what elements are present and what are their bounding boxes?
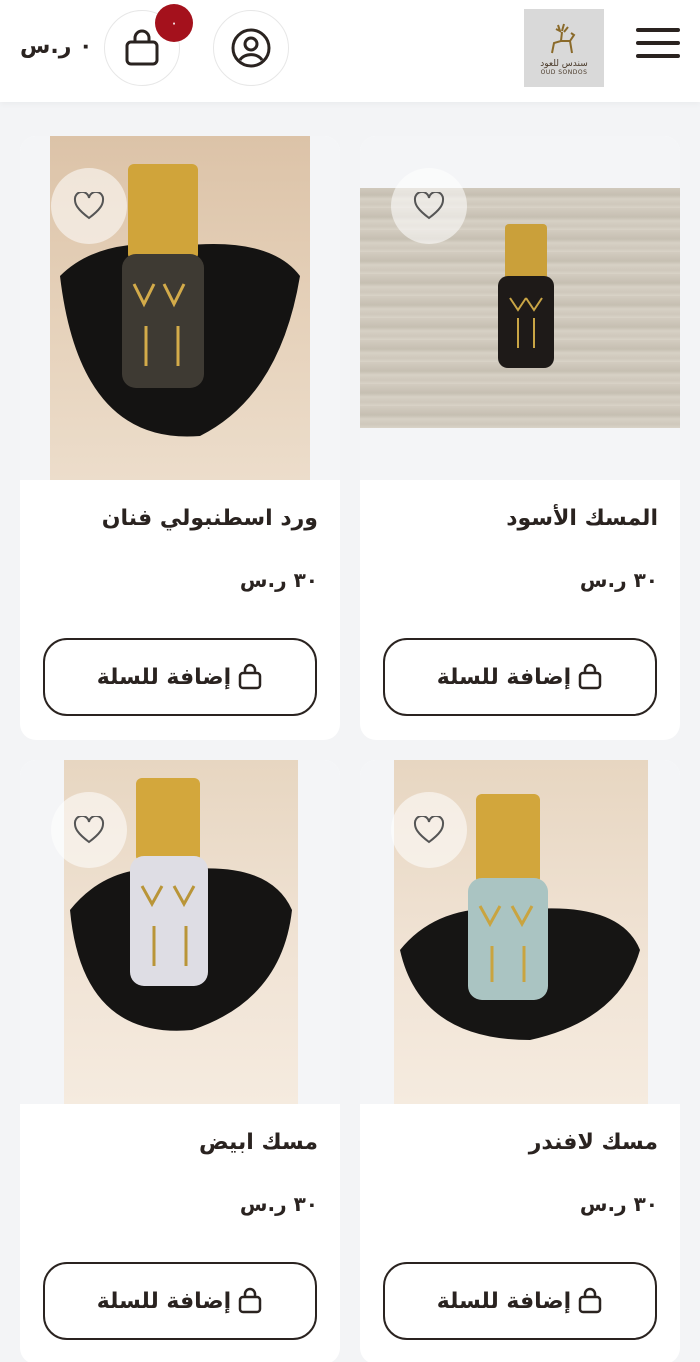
top-header: ٠ ر.س ٠ سندس للعود OUD SONDOS bbox=[0, 0, 700, 102]
heart-icon bbox=[73, 816, 105, 844]
product-card[interactable]: مسك لافندر ٣٠ ر.س إضافة للسلة bbox=[360, 760, 680, 1362]
favorite-button[interactable] bbox=[51, 168, 127, 244]
logo-text-english: OUD SONDOS bbox=[540, 68, 588, 76]
product-price: ٣٠ ر.س bbox=[239, 1192, 318, 1216]
user-icon bbox=[231, 28, 271, 68]
bag-icon bbox=[238, 1287, 262, 1314]
menu-icon-bar bbox=[636, 41, 680, 45]
product-image-area[interactable] bbox=[20, 136, 340, 480]
favorite-button[interactable] bbox=[391, 792, 467, 868]
product-price: ٣٠ ر.س bbox=[579, 1192, 658, 1216]
product-price: ٣٠ ر.س bbox=[579, 568, 658, 592]
product-name[interactable]: ورد اسطنبولي فنان bbox=[102, 506, 318, 531]
menu-icon-bar bbox=[636, 54, 680, 58]
add-to-cart-button[interactable]: إضافة للسلة bbox=[43, 1262, 317, 1340]
heart-icon bbox=[73, 192, 105, 220]
logo-text-arabic: سندس للعود bbox=[540, 58, 588, 69]
product-image-area[interactable] bbox=[360, 136, 680, 480]
add-to-cart-button[interactable]: إضافة للسلة bbox=[383, 638, 657, 716]
menu-button[interactable] bbox=[636, 28, 680, 66]
product-card[interactable]: ورد اسطنبولي فنان ٣٠ ر.س إضافة للسلة bbox=[20, 136, 340, 740]
bag-icon bbox=[578, 663, 602, 690]
favorite-button[interactable] bbox=[51, 792, 127, 868]
bag-icon bbox=[238, 663, 262, 690]
product-card[interactable]: المسك الأسود ٣٠ ر.س إضافة للسلة bbox=[360, 136, 680, 740]
add-to-cart-label: إضافة للسلة bbox=[436, 664, 572, 690]
heart-icon bbox=[413, 816, 445, 844]
product-price: ٣٠ ر.س bbox=[239, 568, 318, 592]
heart-icon bbox=[413, 192, 445, 220]
add-to-cart-button[interactable]: إضافة للسلة bbox=[383, 1262, 657, 1340]
store-logo[interactable]: سندس للعود OUD SONDOS bbox=[524, 9, 604, 87]
add-to-cart-label: إضافة للسلة bbox=[436, 1288, 572, 1314]
menu-icon-bar bbox=[636, 28, 680, 32]
add-to-cart-label: إضافة للسلة bbox=[96, 1288, 232, 1314]
favorite-button[interactable] bbox=[391, 168, 467, 244]
product-name[interactable]: المسك الأسود bbox=[506, 506, 658, 531]
product-card[interactable]: مسك ابيض ٣٠ ر.س إضافة للسلة bbox=[20, 760, 340, 1362]
cart-total: ٠ ر.س bbox=[20, 34, 93, 59]
product-name[interactable]: مسك ابيض bbox=[199, 1130, 318, 1155]
add-to-cart-button[interactable]: إضافة للسلة bbox=[43, 638, 317, 716]
deer-logo-icon bbox=[551, 23, 576, 53]
product-image-area[interactable] bbox=[20, 760, 340, 1104]
account-button[interactable] bbox=[213, 10, 289, 86]
cart-bag-icon bbox=[125, 29, 159, 66]
bag-icon bbox=[578, 1287, 602, 1314]
product-image-area[interactable] bbox=[360, 760, 680, 1104]
product-name[interactable]: مسك لافندر bbox=[529, 1130, 658, 1155]
cart-count-badge: ٠ bbox=[155, 4, 193, 42]
add-to-cart-label: إضافة للسلة bbox=[96, 664, 232, 690]
